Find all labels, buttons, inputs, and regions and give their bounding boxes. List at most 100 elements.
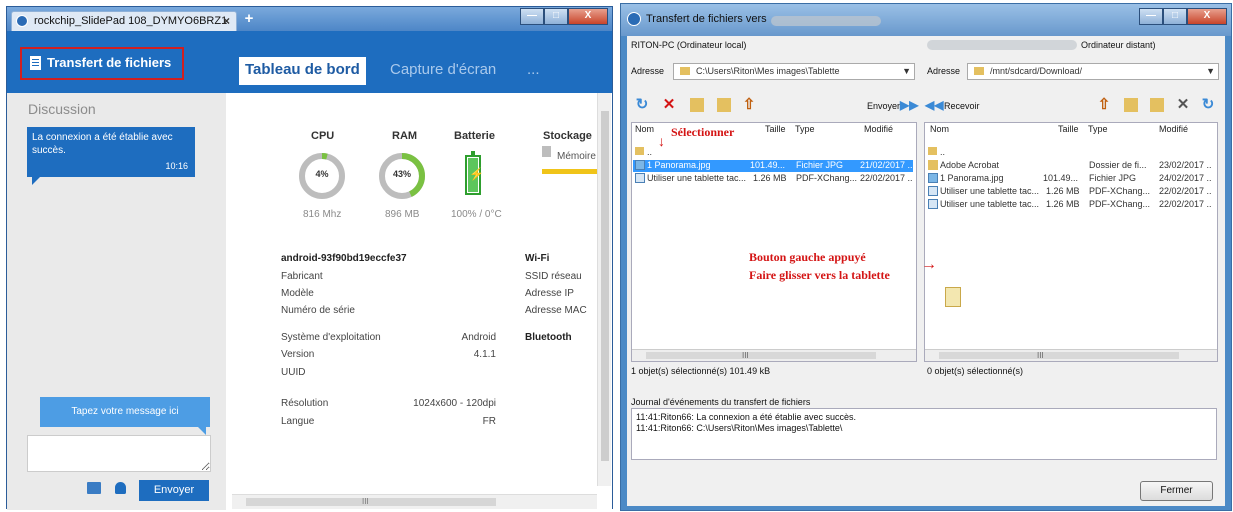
tab-title: rockchip_SlidePad 108_DYMYO6BRZ1 xyxy=(34,15,228,27)
bell-icon[interactable] xyxy=(115,482,126,494)
tab-screenshot[interactable]: Capture d'écran xyxy=(390,61,496,78)
app-icon xyxy=(627,12,641,26)
event-log[interactable]: 11:41:Riton66: La connexion a été établi… xyxy=(631,408,1217,460)
horizontal-scrollbar[interactable]: III xyxy=(232,494,597,509)
list-item[interactable]: 1 Panorama.jpg 101.49... Fichier JPG 24/… xyxy=(926,173,1216,185)
list-item[interactable]: Utiliser une tablette tac... 1.26 MB PDF… xyxy=(926,199,1216,211)
local-header: RITON-PC (Ordinateur local) xyxy=(631,40,747,50)
local-address-combo[interactable]: C:\Users\Riton\Mes images\Tablette ▼ xyxy=(673,63,915,80)
window-title: Transfert de fichiers vers xyxy=(646,13,767,25)
column-name[interactable]: Nom xyxy=(930,124,949,134)
new-folder-icon[interactable] xyxy=(1150,98,1164,112)
delete-icon[interactable]: ✕ xyxy=(662,97,676,112)
remote-file-list[interactable]: Nom Taille Type Modifié .. Adobe Acrobat… xyxy=(924,122,1218,362)
local-file-list[interactable]: Nom Taille Type Modifié .. 1 Panorama.jp… xyxy=(631,122,917,362)
parent-folder-icon[interactable]: ⇧ xyxy=(1097,97,1111,112)
maximize-button[interactable]: □ xyxy=(544,8,568,25)
message-input[interactable] xyxy=(27,435,211,472)
refresh-icon[interactable]: ↻ xyxy=(1201,97,1215,112)
send-arrow-icon[interactable]: ▶▶ xyxy=(900,98,918,112)
minimize-button[interactable]: — xyxy=(1139,8,1163,25)
minimize-button[interactable]: — xyxy=(520,8,544,25)
redacted-title xyxy=(771,16,881,26)
document-icon xyxy=(30,56,41,70)
wifi-title: Wi-Fi xyxy=(525,253,550,264)
storage-label: Stockage xyxy=(543,130,592,142)
storage-icon xyxy=(542,146,551,157)
refresh-icon[interactable]: ↻ xyxy=(635,97,649,112)
chat-panel: Discussion La connexion a été établie av… xyxy=(7,93,226,510)
window-controls: — □ X xyxy=(1139,8,1227,26)
resolution-value: 1024x600 - 120dpi xyxy=(413,398,496,409)
receive-label[interactable]: Recevoir xyxy=(944,101,980,111)
remote-address-value: /mnt/sdcard/Download/ xyxy=(990,66,1083,76)
cpu-value: 4% xyxy=(315,169,329,179)
scrollbar-grip: III xyxy=(362,497,369,506)
horizontal-scrollbar[interactable]: III xyxy=(632,349,916,361)
file-transfer-label: Transfert de fichiers xyxy=(47,55,172,70)
ram-label: RAM xyxy=(392,130,418,142)
model-label: Modèle xyxy=(281,288,314,299)
send-button[interactable]: Envoyer xyxy=(139,480,209,501)
down-arrow-icon: ↓ xyxy=(658,135,665,150)
tab-close-icon[interactable]: × xyxy=(223,14,230,28)
close-window-button[interactable]: X xyxy=(1187,8,1227,25)
chat-title: Discussion xyxy=(28,101,96,117)
transfer-client: RITON-PC (Ordinateur local) Ordinateur d… xyxy=(627,36,1225,506)
wifi-ip-label: Adresse IP xyxy=(525,288,574,299)
column-type[interactable]: Type xyxy=(1088,124,1108,134)
column-name[interactable]: Nom xyxy=(635,124,654,134)
list-item[interactable]: .. xyxy=(926,147,996,159)
tab-more[interactable]: ... xyxy=(527,61,540,78)
list-item[interactable]: Utiliser une tablette tac... 1.26 MB PDF… xyxy=(633,173,913,185)
delete-icon[interactable]: ✕ xyxy=(1176,97,1190,112)
local-status: 1 objet(s) sélectionné(s) 101.49 kB xyxy=(631,366,771,376)
battery-status: 100% / 0°C xyxy=(451,209,502,220)
window-controls: — □ X xyxy=(520,8,608,26)
horizontal-scrollbar[interactable]: III xyxy=(925,349,1217,361)
list-item[interactable]: Adobe Acrobat Dossier de fi... 23/02/201… xyxy=(926,160,1216,172)
new-folder-icon[interactable] xyxy=(690,98,704,112)
list-item[interactable]: Utiliser une tablette tac... 1.26 MB PDF… xyxy=(926,186,1216,198)
pdf-file-icon xyxy=(928,199,938,209)
wifi-ssid-label: SSID réseau xyxy=(525,271,582,282)
tab-dashboard[interactable]: Tableau de bord xyxy=(239,57,366,85)
folder-icon[interactable] xyxy=(1124,98,1138,112)
remote-address-combo[interactable]: /mnt/sdcard/Download/ ▼ xyxy=(967,63,1219,80)
log-line: 11:41:Riton66: C:\Users\Riton\Mes images… xyxy=(636,423,843,433)
device-name: android-93f90bd19eccfe37 xyxy=(281,253,407,264)
device-tab[interactable]: rockchip_SlidePad 108_DYMYO6BRZ1 × xyxy=(11,11,237,31)
maximize-button[interactable]: □ xyxy=(1163,8,1187,25)
list-item-selected[interactable]: 1 Panorama.jpg 101.49... Fichier JPG 21/… xyxy=(633,160,913,172)
send-label[interactable]: Envoyer xyxy=(867,101,900,111)
drag-annotation-line2: Faire glisser vers la tablette xyxy=(749,268,890,282)
receive-arrow-icon[interactable]: ◀◀ xyxy=(925,98,943,112)
top-navigation: Transfert de fichiers Tableau de bord Ca… xyxy=(7,31,612,93)
folder-icon xyxy=(928,160,938,170)
new-tab-button[interactable]: + xyxy=(241,11,257,27)
parent-folder-icon[interactable]: ⇧ xyxy=(742,97,756,112)
file-transfer-button[interactable]: Transfert de fichiers xyxy=(20,47,184,80)
column-type[interactable]: Type xyxy=(795,124,815,134)
folder-icon xyxy=(680,67,690,75)
dashboard-panel: CPU 4% 816 Mhz RAM 43% 896 MB Batterie ⚡… xyxy=(226,93,612,510)
column-modified[interactable]: Modifié xyxy=(864,124,893,134)
folder-up-icon xyxy=(928,147,937,155)
close-button[interactable]: Fermer xyxy=(1140,481,1213,501)
files-icon[interactable] xyxy=(87,482,101,494)
remote-address-label: Adresse xyxy=(927,66,961,76)
chat-message-time: 10:16 xyxy=(165,161,188,171)
language-value: FR xyxy=(482,416,496,427)
close-window-button[interactable]: X xyxy=(568,8,608,25)
column-size[interactable]: Taille xyxy=(1058,124,1079,134)
serial-label: Numéro de série xyxy=(281,305,355,316)
bluetooth-title: Bluetooth xyxy=(525,332,572,343)
vertical-scrollbar[interactable] xyxy=(597,93,611,486)
column-size[interactable]: Taille xyxy=(765,124,786,134)
list-item[interactable]: .. xyxy=(633,147,703,159)
pdf-file-icon xyxy=(928,186,938,196)
storage-memory-label: Mémoire xyxy=(557,151,596,162)
column-modified[interactable]: Modifié xyxy=(1159,124,1188,134)
folder-icon[interactable] xyxy=(717,98,731,112)
cpu-gauge: 4% xyxy=(298,152,346,200)
